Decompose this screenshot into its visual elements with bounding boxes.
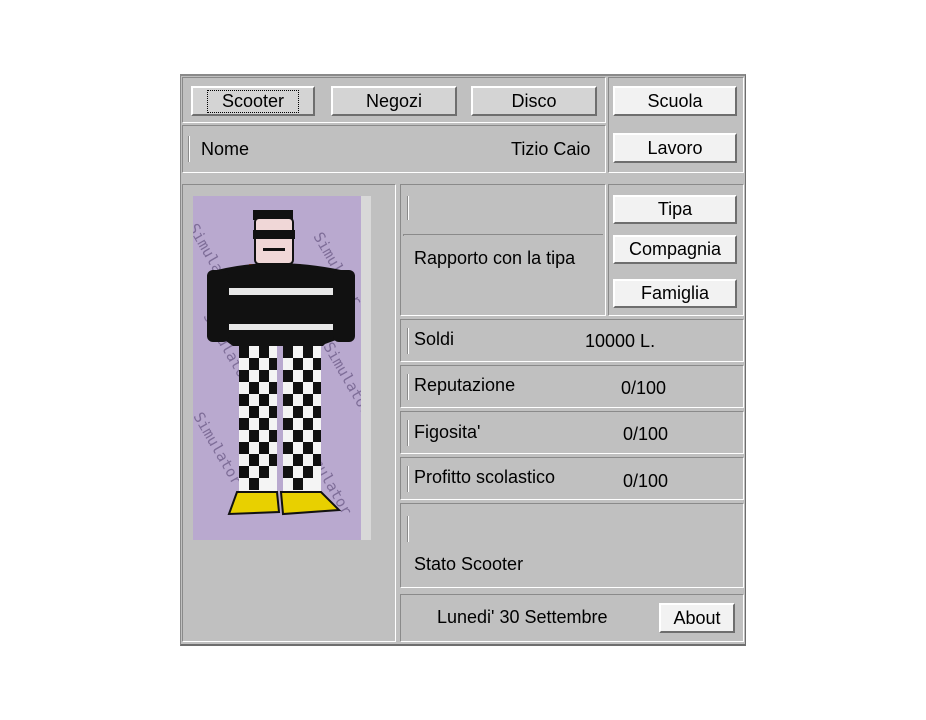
famiglia-button[interactable]: Famiglia <box>613 279 737 308</box>
lavoro-button[interactable]: Lavoro <box>613 133 737 163</box>
stat-label-profitto: Profitto scolastico <box>414 467 556 487</box>
stat-value-soldi: 10000 L. <box>585 331 656 351</box>
scooter-status-separator <box>407 516 409 542</box>
stat-separator <box>407 420 409 446</box>
stat-separator <box>407 374 409 400</box>
character-icon: Simulator Simulator Simulator Simulator … <box>193 196 371 540</box>
scuola-button-label: Scuola <box>647 90 703 111</box>
relationship-separator <box>407 196 409 220</box>
tipa-button[interactable]: Tipa <box>613 195 737 224</box>
stat-label-soldi: Soldi <box>414 329 455 349</box>
about-button-label: About <box>673 607 721 628</box>
name-separator <box>188 136 190 162</box>
name-label: Nome <box>201 139 250 159</box>
stat-value-reputazione: 0/100 <box>621 378 667 398</box>
stat-value-figosita: 0/100 <box>623 424 669 444</box>
disco-button[interactable]: Disco <box>471 86 597 116</box>
stat-separator <box>407 328 409 354</box>
scooter-status-panel <box>400 503 744 588</box>
scooter-button-label: Scooter <box>206 89 300 113</box>
tipa-button-label: Tipa <box>657 199 693 219</box>
compagnia-button-label: Compagnia <box>628 239 722 259</box>
relationship-label: Rapporto con la tipa <box>414 248 576 268</box>
scooter-button[interactable]: Scooter <box>191 86 315 116</box>
disco-button-label: Disco <box>511 90 557 111</box>
negozi-button-label: Negozi <box>365 90 423 111</box>
main-window: Scooter Negozi Disco Scuola Lavoro Nome … <box>180 74 746 646</box>
famiglia-button-label: Famiglia <box>640 283 710 303</box>
lavoro-button-label: Lavoro <box>647 137 703 158</box>
compagnia-button[interactable]: Compagnia <box>613 235 737 264</box>
stat-value-profitto: 0/100 <box>623 471 669 491</box>
character-portrait: Simulator Simulator Simulator Simulator … <box>193 196 371 540</box>
stat-label-figosita: Figosita' <box>414 422 481 442</box>
name-value: Tizio Caio <box>511 139 591 159</box>
scooter-status-label: Stato Scooter <box>414 554 524 574</box>
negozi-button[interactable]: Negozi <box>331 86 457 116</box>
date-label: Lunedi' 30 Settembre <box>437 607 608 627</box>
scuola-button[interactable]: Scuola <box>613 86 737 116</box>
about-button[interactable]: About <box>659 603 735 633</box>
relationship-divider <box>403 234 603 236</box>
stat-label-reputazione: Reputazione <box>414 375 516 395</box>
stat-separator <box>407 466 409 492</box>
